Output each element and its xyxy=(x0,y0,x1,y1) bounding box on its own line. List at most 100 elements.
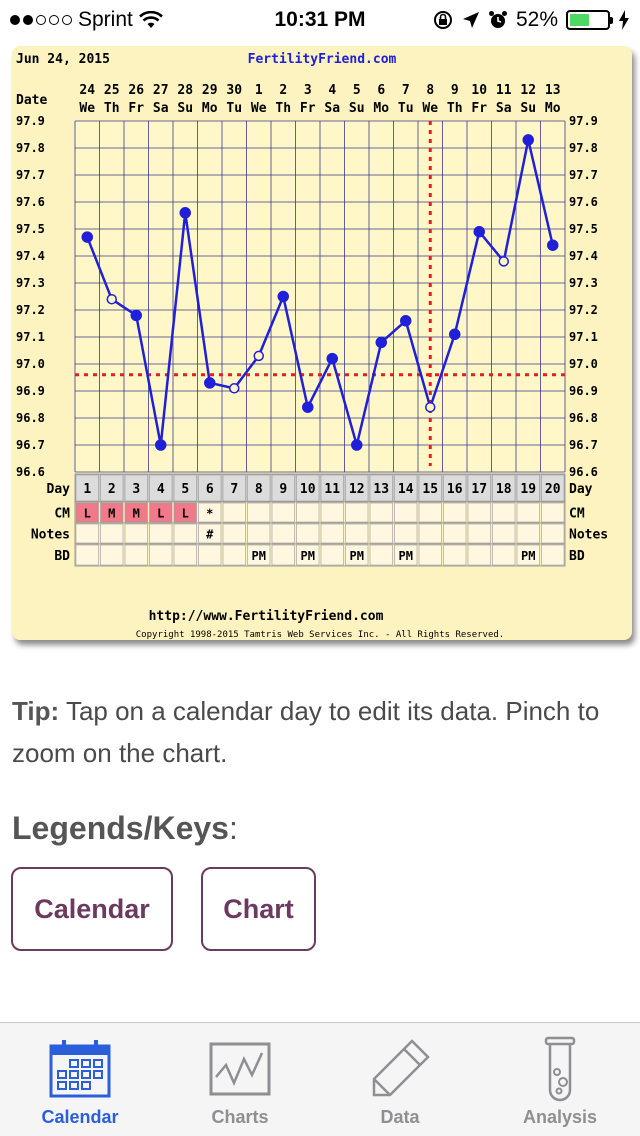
table-cell-cm xyxy=(247,502,271,523)
table-cell-text-cm: L xyxy=(157,507,164,521)
y-tick-label-right: 97.6 xyxy=(569,195,598,209)
temperature-point xyxy=(522,134,534,146)
table-cell-notes xyxy=(296,523,320,544)
table-cell-text-bd: PM xyxy=(350,549,364,563)
status-right: 52% xyxy=(432,8,630,32)
table-cell-cm xyxy=(345,502,369,523)
table-cell-text-bd: PM xyxy=(301,549,315,563)
table-cell-text-cm: * xyxy=(206,507,213,521)
table-cell-notes xyxy=(369,523,393,544)
y-tick-label-left: 97.2 xyxy=(16,303,45,317)
table-cell-text-day: 15 xyxy=(422,482,438,497)
table-cell-text-cm: M xyxy=(108,507,115,521)
table-row-cm xyxy=(74,501,566,524)
x-date-label: 5 xyxy=(353,83,361,98)
table-label-right-bd: BD xyxy=(569,549,585,564)
table-label-left-bd: BD xyxy=(54,549,70,564)
temperature-point xyxy=(425,401,436,413)
y-tick-label-right: 97.9 xyxy=(569,114,598,128)
table-cell-notes xyxy=(443,523,467,544)
x-date-label: 25 xyxy=(104,83,120,98)
y-tick-label-right: 96.8 xyxy=(569,411,598,425)
y-tick-label-right: 97.1 xyxy=(569,330,598,344)
table-cell-notes xyxy=(516,523,540,544)
table-cell-cm xyxy=(320,502,344,523)
tab-charts[interactable]: Charts xyxy=(160,1023,320,1136)
chart-legend-button[interactable]: Chart xyxy=(201,867,316,951)
fertility-chart[interactable]: Jun 24, 2015 FertilityFriend.com Date 24 We 2… xyxy=(12,46,632,640)
alarm-icon xyxy=(488,11,507,28)
x-weekday-label: Sa xyxy=(153,101,169,116)
tab-charts-label: Charts xyxy=(211,1107,269,1127)
table-cell-notes xyxy=(271,523,295,544)
x-weekday-label: We xyxy=(79,101,95,116)
table-cell-text-cm: L xyxy=(182,507,189,521)
y-tick-label-right: 96.6 xyxy=(569,465,598,479)
table-row-notes xyxy=(74,522,566,545)
table-label-right-cm: CM xyxy=(569,507,585,522)
y-tick-label-right: 97.3 xyxy=(569,276,598,290)
table-label-left-day: Day xyxy=(47,482,71,497)
tab-calendar[interactable]: Calendar xyxy=(0,1023,160,1136)
x-weekday-label: Mo xyxy=(545,101,561,116)
table-cell-cm xyxy=(541,502,565,523)
y-tick-label-left: 97.3 xyxy=(16,276,45,290)
temperature-point xyxy=(106,293,117,305)
table-cell-notes xyxy=(418,523,442,544)
tip-body: Tap on a calendar day to edit its data. … xyxy=(12,696,600,768)
temperature-point xyxy=(547,239,559,251)
table-cell-text-day: 3 xyxy=(132,482,140,497)
x-date-label: 4 xyxy=(328,83,336,98)
table-cell-bd xyxy=(173,544,197,566)
x-weekday-label: Tu xyxy=(398,101,414,116)
table-cell-notes xyxy=(149,523,173,544)
table-cell-text-notes: # xyxy=(206,528,214,542)
tab-data[interactable]: Data xyxy=(320,1023,480,1136)
table-cell-text-day: 7 xyxy=(230,482,238,497)
temperature-point xyxy=(81,231,93,243)
x-date-label: 6 xyxy=(377,83,385,98)
test-tube-icon xyxy=(544,1036,576,1102)
x-weekday-label: Th xyxy=(447,101,463,116)
y-tick-label-left: 97.7 xyxy=(16,168,45,182)
table-cell-text-day: 10 xyxy=(300,482,316,497)
bbt-chart-svg[interactable]: Jun 24, 2015 FertilityFriend.comDate24We2… xyxy=(12,46,632,640)
table-cell-text-bd: PM xyxy=(399,549,413,563)
y-tick-label-right: 97.0 xyxy=(569,357,598,371)
x-weekday-label: We xyxy=(251,101,267,116)
y-tick-label-left: 97.1 xyxy=(16,330,45,344)
temperature-point xyxy=(351,439,363,451)
tab-analysis[interactable]: Analysis xyxy=(480,1023,640,1136)
table-label-left-cm: CM xyxy=(54,507,70,522)
table-cell-notes xyxy=(100,523,124,544)
table-cell-notes xyxy=(173,523,197,544)
table-cell-text-day: 12 xyxy=(349,482,365,497)
temperature-point xyxy=(155,439,167,451)
temperature-point xyxy=(326,352,338,365)
table-row-day xyxy=(74,473,566,503)
x-weekday-label: Th xyxy=(104,101,120,116)
x-date-label: 24 xyxy=(79,83,95,98)
table-cell-notes xyxy=(247,523,271,544)
table-cell-notes xyxy=(541,523,565,544)
status-bar: Sprint 10:31 PM 52% xyxy=(0,0,640,40)
table-cell-text-day: 17 xyxy=(471,482,487,497)
temperature-point xyxy=(302,401,314,413)
x-date-label: 29 xyxy=(202,83,218,98)
temperature-point xyxy=(204,377,216,389)
battery-percent: 52% xyxy=(515,8,558,31)
x-date-label: 30 xyxy=(226,83,242,98)
x-weekday-label: Su xyxy=(520,101,536,116)
table-cell-text-day: 14 xyxy=(398,482,414,497)
y-tick-label-left: 97.8 xyxy=(16,141,45,155)
tip-label: Tip: xyxy=(12,696,60,726)
pencil-icon xyxy=(372,1039,430,1097)
calendar-legend-button[interactable]: Calendar xyxy=(11,867,173,951)
table-cell-notes xyxy=(467,523,491,544)
y-tick-label-right: 97.7 xyxy=(569,168,598,182)
table-cell-cm xyxy=(296,502,320,523)
x-date-label: 3 xyxy=(304,83,312,98)
y-tick-label-left: 97.6 xyxy=(16,195,45,209)
table-cell-text-day: 16 xyxy=(447,482,463,497)
x-weekday-label: We xyxy=(422,101,438,116)
